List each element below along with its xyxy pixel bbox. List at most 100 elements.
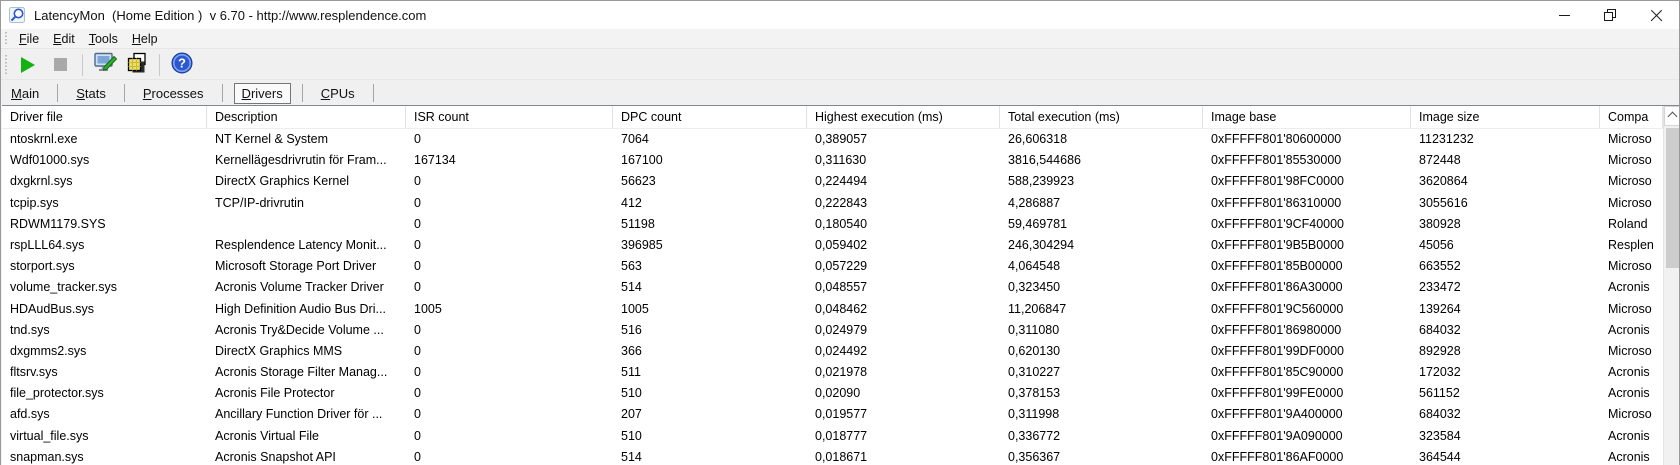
close-icon [1650, 9, 1663, 22]
table-row[interactable]: tnd.sys Acronis Try&Decide Volume ... 0 516… [2, 319, 1663, 341]
column-header-highest-execution[interactable]: Highest execution (ms) [807, 106, 1000, 128]
menu-edit[interactable]: Edit [46, 30, 82, 48]
cell-driver-file: snapman.sys [10, 449, 84, 464]
toolbar-gripper[interactable] [4, 54, 7, 75]
cell-description: Ancillary Function Driver för ... [215, 407, 383, 422]
column-header-driver-file[interactable]: Driver file [2, 106, 207, 128]
stop-icon [53, 58, 67, 71]
monitor-pencil-icon [93, 51, 118, 78]
column-header-isr-count[interactable]: ISR count [406, 106, 613, 128]
cell-description: Acronis File Protector [215, 386, 335, 401]
cell-driver-file: HDAudBus.sys [10, 301, 95, 316]
cell-company: Microso [1608, 407, 1652, 422]
cell-image-base: 0xFFFFF801'99FE0000 [1211, 386, 1344, 401]
cell-description: Acronis Try&Decide Volume ... [215, 322, 384, 337]
help-question-icon: ? [171, 52, 193, 77]
column-header-image-size[interactable]: Image size [1411, 106, 1600, 128]
cell-total-execution: 0,323450 [1008, 280, 1061, 295]
tab-stats[interactable]: Stats [69, 84, 113, 103]
cell-isr-count: 0 [414, 280, 421, 295]
restore-icon [1603, 8, 1617, 22]
table-row[interactable]: volume_tracker.sys Acronis Volume Tracker… [2, 277, 1663, 299]
cell-isr-count: 0 [414, 322, 421, 337]
cell-isr-count: 0 [414, 428, 421, 443]
start-monitor-button[interactable] [13, 52, 43, 78]
report-button[interactable] [122, 52, 152, 78]
table-row[interactable]: RDWM1179.SYS 0 51198 0,180540 59,469781 0xFFF… [2, 213, 1663, 235]
column-header-total-execution[interactable]: Total execution (ms) [1000, 106, 1203, 128]
cell-dpc-count: 514 [621, 449, 642, 464]
close-button[interactable] [1633, 1, 1679, 29]
cell-image-base: 0xFFFFF801'9A400000 [1211, 407, 1343, 422]
column-header-description[interactable]: Description [207, 106, 406, 128]
cell-highest-execution: 0,311630 [815, 153, 867, 168]
menu-help[interactable]: Help [125, 30, 165, 48]
table-row[interactable]: rspLLL64.sys Resplendence Latency Monit..… [2, 234, 1663, 257]
cell-isr-count: 167134 [414, 153, 456, 168]
cell-dpc-count: 396985 [621, 237, 663, 252]
cell-image-base: 0xFFFFF801'86980000 [1211, 322, 1342, 337]
cell-total-execution: 4,286887 [1008, 195, 1061, 210]
menu-file[interactable]: File [12, 30, 46, 48]
table-row[interactable]: storport.sys Microsoft Storage Port Drive… [2, 256, 1663, 278]
menu-tools[interactable]: Tools [82, 30, 125, 48]
column-header-company[interactable]: Compa [1600, 106, 1663, 128]
table-row[interactable]: fltsrv.sys Acronis Storage Filter Manag..… [2, 362, 1663, 384]
restore-button[interactable] [1587, 1, 1633, 29]
table-row[interactable]: Wdf01000.sys Kernellägesdrivrutin för Fra… [2, 150, 1663, 172]
cell-image-size: 663552 [1419, 259, 1461, 274]
edit-options-button[interactable] [90, 52, 120, 78]
scrollbar-thumb[interactable] [1666, 128, 1679, 268]
scroll-up-button[interactable] [1664, 106, 1679, 126]
chevron-up-icon [1667, 111, 1677, 122]
cell-image-base: 0xFFFFF801'9B5B0000 [1211, 237, 1345, 252]
stop-monitor-button[interactable] [45, 52, 75, 78]
cell-image-size: 233472 [1419, 280, 1461, 295]
cell-driver-file: tcpip.sys [10, 195, 59, 210]
cell-image-size: 684032 [1419, 322, 1461, 337]
table-row[interactable]: dxgkrnl.sys DirectX Graphics Kernel 0 56623… [2, 171, 1663, 193]
tab-processes[interactable]: Processes [136, 84, 211, 103]
column-header-dpc-count[interactable]: DPC count [613, 106, 807, 128]
cell-isr-count: 0 [414, 386, 421, 401]
cell-image-base: 0xFFFFF801'9C560000 [1211, 301, 1344, 316]
minimize-button[interactable] [1541, 1, 1587, 29]
cell-company: Microso [1608, 174, 1652, 189]
table-row[interactable]: virtual_file.sys Acronis Virtual File 0 510… [2, 425, 1663, 447]
cell-description: TCP/IP-drivrutin [215, 195, 304, 210]
tab-drivers[interactable]: Drivers [233, 82, 291, 104]
tab-cpus[interactable]: CPUs [314, 84, 362, 103]
cell-description: Acronis Snapshot API [215, 449, 336, 464]
cell-highest-execution: 0,024979 [815, 322, 868, 337]
cell-image-base: 0xFFFFF801'86310000 [1211, 195, 1342, 210]
cell-driver-file: file_protector.sys [10, 386, 104, 401]
toolbar: ? [1, 50, 1679, 80]
listview-body: ntoskrnl.exe NT Kernel & System 0 7064 0,389… [2, 129, 1663, 465]
cell-driver-file: volume_tracker.sys [10, 280, 117, 295]
cell-company: Microso [1608, 132, 1652, 146]
table-row[interactable]: file_protector.sys Acronis File Protector… [2, 383, 1663, 405]
table-row[interactable]: HDAudBus.sys High Definition Audio Bus Dr… [2, 298, 1663, 320]
cell-driver-file: Wdf01000.sys [10, 153, 90, 168]
window-title: LatencyMon (Home Edition ) v 6.70 - http… [34, 7, 427, 23]
cell-dpc-count: 7064 [621, 132, 649, 146]
menubar-gripper[interactable] [4, 31, 7, 46]
cell-highest-execution: 0,224494 [815, 174, 868, 189]
cell-highest-execution: 0,018777 [815, 428, 868, 443]
cell-image-base: 0xFFFFF801'9CF40000 [1211, 216, 1344, 231]
cell-driver-file: afd.sys [10, 407, 50, 422]
vertical-scrollbar[interactable] [1663, 106, 1679, 465]
table-row[interactable]: dxgmms2.sys DirectX Graphics MMS 0 366 0,024… [2, 340, 1663, 363]
table-row[interactable]: afd.sys Ancillary Function Driver för ...… [2, 404, 1663, 426]
table-row[interactable]: ntoskrnl.exe NT Kernel & System 0 7064 0,389… [2, 129, 1663, 151]
table-row[interactable]: tcpip.sys TCP/IP-drivrutin 0 412 0,222843 4,2… [2, 192, 1663, 214]
table-row[interactable]: snapman.sys Acronis Snapshot API 0 514 0,018… [2, 446, 1663, 465]
cell-image-size: 872448 [1419, 153, 1461, 168]
cell-image-size: 139264 [1419, 301, 1461, 316]
cell-image-base: 0xFFFFF801'85C90000 [1211, 365, 1344, 380]
cell-total-execution: 3816,544686 [1008, 153, 1081, 168]
cell-description: Kernellägesdrivrutin för Fram... [215, 153, 387, 168]
column-header-image-base[interactable]: Image base [1203, 106, 1411, 128]
help-button[interactable]: ? [167, 52, 197, 78]
tab-main[interactable]: Main [4, 84, 46, 103]
